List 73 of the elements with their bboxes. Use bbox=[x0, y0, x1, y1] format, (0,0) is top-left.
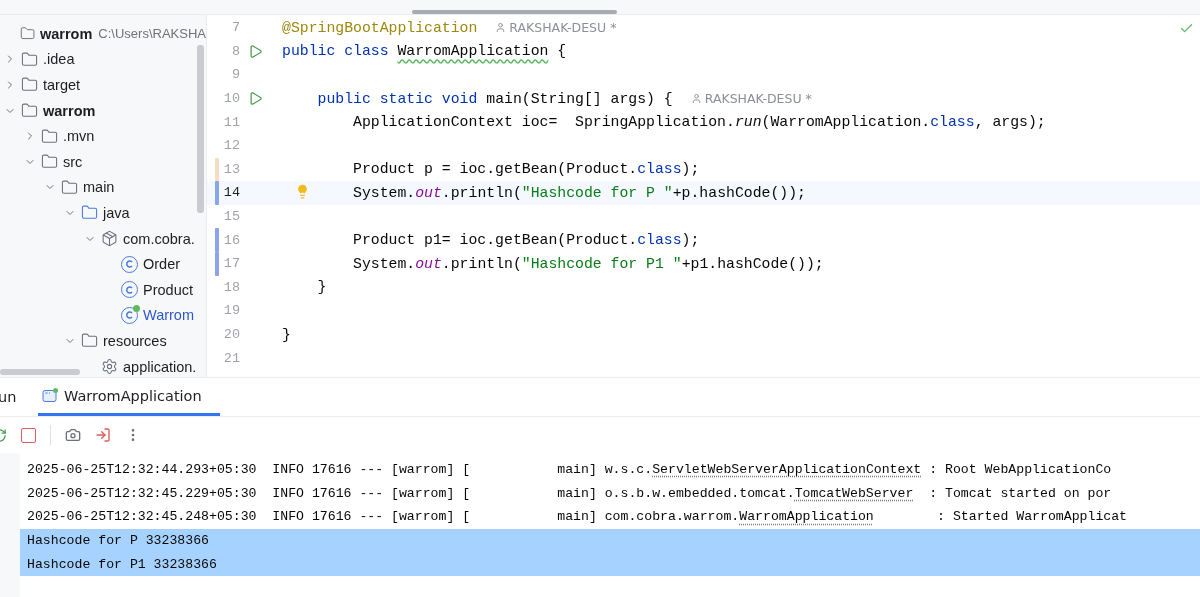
tree-item[interactable]: warrom bbox=[0, 97, 206, 124]
line-number: 11 bbox=[222, 114, 240, 130]
code-line: System.out.println("Hashcode for P "+p.hashCode()); bbox=[353, 184, 806, 201]
project-path: C:\Users\RAKSHA bbox=[98, 26, 206, 42]
package-icon bbox=[101, 230, 118, 248]
line-number: 20 bbox=[222, 327, 240, 342]
folder-icon bbox=[21, 76, 38, 94]
user-icon bbox=[495, 22, 507, 34]
code-line: Product p1= ioc.getBean(Product.class); bbox=[353, 232, 700, 249]
exit-icon[interactable] bbox=[95, 427, 111, 443]
scrollbar-thumb[interactable] bbox=[412, 10, 617, 14]
app-window-icon bbox=[42, 387, 58, 404]
line-number: 16 bbox=[222, 232, 240, 248]
line-number: 14 bbox=[222, 185, 240, 201]
panel-title: un bbox=[0, 388, 18, 407]
run-icon[interactable] bbox=[247, 91, 263, 107]
folder-icon bbox=[41, 127, 58, 145]
line-number: 21 bbox=[222, 350, 240, 366]
tree-item[interactable]: application. bbox=[0, 353, 206, 377]
console-line: 2025-06-25T12:32:44.293+05:30 INFO 17616 --- [warrom] [ main] w.s.c.ServletWebServerApplicationContext : Root WebApplicationCo bbox=[27, 462, 1112, 478]
user-icon bbox=[690, 93, 702, 105]
line-number: 9 bbox=[230, 67, 240, 83]
code-line: public class WarromApplication { bbox=[282, 43, 567, 60]
line-number: 7 bbox=[230, 20, 240, 36]
console-line: Hashcode for P1 33238366 bbox=[27, 556, 217, 572]
tree-item[interactable]: Product bbox=[0, 276, 206, 303]
folder-icon bbox=[21, 50, 38, 68]
line-number: 17 bbox=[222, 256, 240, 272]
tree-item[interactable]: src bbox=[0, 148, 206, 175]
scrollbar-thumb[interactable] bbox=[197, 45, 204, 213]
change-marker[interactable] bbox=[215, 181, 219, 205]
tree-item[interactable]: com.cobra. bbox=[0, 225, 206, 252]
tree-item[interactable]: .mvn bbox=[0, 123, 206, 149]
tree-item[interactable]: warrom C:\Users\RAKSHA bbox=[0, 21, 206, 47]
folder-icon bbox=[61, 178, 78, 196]
code-line: ApplicationContext ioc= SpringApplication.run(WarromApplication.class, args); bbox=[353, 114, 1046, 131]
run-tab[interactable]: WarromApplication bbox=[38, 378, 220, 416]
line-number: 10 bbox=[222, 91, 240, 107]
code-line: public static void main(String[] args) { bbox=[317, 90, 673, 107]
tree-item[interactable]: resources bbox=[0, 328, 206, 354]
camera-icon[interactable] bbox=[65, 427, 81, 443]
code-line: @SpringBootApplication bbox=[282, 19, 478, 36]
run-icon[interactable] bbox=[247, 43, 263, 59]
module-folder-icon bbox=[21, 102, 38, 120]
resources-folder-icon bbox=[81, 332, 98, 350]
console-line: 2025-06-25T12:32:45.248+05:30 INFO 17616 --- [warrom] [ main] com.cobra.warrom.WarromApplication : Started WarromApplicat bbox=[27, 509, 1128, 525]
code-line: } bbox=[317, 279, 327, 296]
code-line: Product p = ioc.getBean(Product.class); bbox=[353, 161, 700, 178]
line-number: 15 bbox=[222, 209, 240, 225]
line-number: 12 bbox=[222, 138, 240, 154]
code-line: System.out.println("Hashcode for P1 "+p1.hashCode()); bbox=[353, 255, 824, 272]
tree-item[interactable]: Warrom bbox=[0, 302, 206, 329]
tree-item[interactable]: java bbox=[0, 200, 206, 226]
line-number: 13 bbox=[222, 161, 240, 177]
line-number: 19 bbox=[222, 303, 240, 319]
line-number: 8 bbox=[230, 43, 240, 59]
change-marker[interactable] bbox=[215, 228, 219, 252]
stop-icon[interactable] bbox=[21, 427, 36, 443]
line-number: 18 bbox=[222, 279, 240, 295]
settings-icon bbox=[101, 358, 118, 375]
code-line: } bbox=[282, 326, 291, 343]
tree-item[interactable]: Order bbox=[0, 251, 206, 277]
lightbulb-icon[interactable] bbox=[295, 184, 310, 200]
tree-item[interactable]: target bbox=[0, 72, 206, 98]
folder-icon bbox=[41, 153, 58, 171]
console-line: Hashcode for P 33238366 bbox=[27, 533, 210, 549]
change-marker[interactable] bbox=[215, 157, 219, 182]
change-marker[interactable] bbox=[215, 251, 219, 276]
scrollbar-thumb[interactable] bbox=[0, 369, 80, 375]
folder-icon bbox=[81, 204, 98, 222]
tree-item[interactable]: main bbox=[0, 174, 206, 201]
tree-item[interactable]: .idea bbox=[0, 46, 206, 73]
console-line: 2025-06-25T12:32:45.229+05:30 INFO 17616 --- [warrom] [ main] o.s.b.w.embedded.tomcat.TomcatWebServer : Tomcat started on por bbox=[27, 485, 1112, 501]
